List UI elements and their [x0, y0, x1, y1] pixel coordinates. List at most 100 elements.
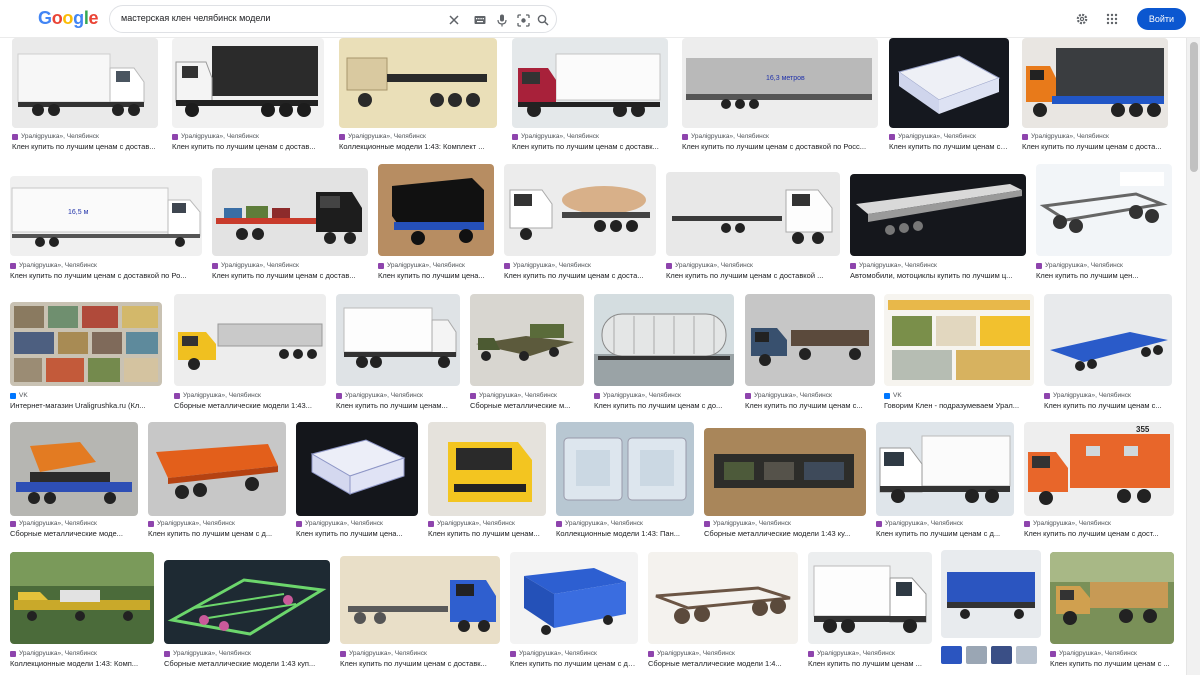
search-input[interactable]: мастерская клен челябинск модели [121, 13, 270, 23]
result-thumbnail[interactable] [1044, 294, 1172, 386]
result-thumbnail[interactable] [704, 428, 866, 516]
result-thumbnail[interactable] [164, 560, 330, 644]
result-thumbnail[interactable] [12, 38, 158, 128]
result-tile[interactable] [941, 550, 1041, 670]
result-tile[interactable]: Уралigрушка», Челябинск Сборные металлич… [704, 422, 866, 542]
result-tile[interactable]: Уралigрушка», Челябинск Клен купить по л… [296, 422, 418, 542]
result-thumbnail[interactable]: 16,3 метров [682, 38, 878, 128]
result-title[interactable]: Интернет-магазин Uraligrushka.ru (Кл... [10, 401, 162, 410]
result-thumbnail[interactable] [339, 38, 497, 128]
result-thumbnail[interactable] [594, 294, 734, 386]
result-thumbnail[interactable] [336, 294, 460, 386]
result-title[interactable]: Клен купить по лучшим ценам с доставкой … [666, 271, 840, 280]
result-thumbnail[interactable] [148, 422, 286, 516]
result-tile[interactable]: Уралigрушка», Челябинск Клен купить по л… [876, 422, 1014, 542]
result-thumbnail[interactable] [172, 38, 324, 128]
result-tile[interactable]: Уралigрушка», Челябинск Клен купить по л… [510, 552, 638, 672]
search-icon[interactable] [535, 12, 551, 28]
apps-icon[interactable] [1101, 8, 1123, 30]
google-logo[interactable]: Google [38, 8, 99, 29]
result-title[interactable]: Говорим Клен - подразумеваем Урал... [884, 401, 1034, 410]
result-thumbnail[interactable] [941, 550, 1041, 638]
result-thumbnail[interactable] [850, 174, 1026, 256]
result-tile[interactable]: Уралigрушка», Челябинск Клен купить по л… [504, 164, 656, 284]
result-tile[interactable]: Уралigрушка», Челябинск Клен купить по л… [1050, 552, 1174, 672]
result-thumbnail[interactable] [876, 422, 1014, 516]
result-tile[interactable]: Уралigрушка», Челябинск Клен купить по л… [1022, 38, 1168, 156]
result-tile[interactable]: Уралigрушка», Челябинск Клен купить по л… [745, 294, 875, 414]
result-tile[interactable]: VK Интернет-магазин Uraligrushka.ru (Кл.… [10, 294, 162, 414]
result-title[interactable]: Клен купить по лучшим ценам с достав... [12, 142, 158, 151]
keyboard-icon[interactable] [472, 12, 488, 28]
result-tile[interactable]: Уралigрушка», Челябинск Коллекционные мо… [10, 552, 154, 672]
microphone-icon[interactable] [494, 12, 510, 28]
result-title[interactable]: Клен купить по лучшим цен... [1036, 271, 1172, 280]
result-thumbnail[interactable] [884, 294, 1034, 386]
result-title[interactable]: Коллекционные модели 1:43: Комплект ... [339, 142, 497, 151]
result-title[interactable]: Клен купить по лучшим ценам с доставк... [512, 142, 668, 151]
result-tile[interactable]: Уралigрушка», Челябинск Клен купить по л… [340, 552, 500, 672]
result-tile[interactable]: Уралigрушка», Челябинск Клен купить по л… [148, 422, 286, 542]
mini-thumbnail[interactable] [991, 646, 1012, 664]
result-thumbnail[interactable] [1050, 552, 1174, 644]
result-title[interactable]: Клен купить по лучшим ценам с дост... [1024, 529, 1174, 538]
result-tile[interactable]: Уралigрушка», Челябинск Клен купить по л… [594, 294, 734, 414]
result-tile[interactable]: 16,3 метров Уралigрушка», Челябинск Клен… [682, 38, 878, 156]
result-title[interactable]: Клен купить по лучшим ценам с... [1044, 401, 1172, 410]
result-title[interactable]: Клен купить по лучшим ценам с... [745, 401, 875, 410]
result-title[interactable]: Клен купить по лучшим цена... [378, 271, 494, 280]
result-tile[interactable]: Уралigрушка», Челябинск Клен купить по л… [428, 422, 546, 542]
result-title[interactable]: Клен купить по лучшим ценам с достав... [212, 271, 368, 280]
result-thumbnail[interactable] [174, 294, 326, 386]
result-title[interactable]: Клен купить по лучшим ценам с доставк... [340, 659, 500, 668]
result-thumbnail[interactable] [10, 302, 162, 386]
result-title[interactable]: Коллекционные модели 1:43: Пан... [556, 529, 694, 538]
result-title[interactable]: Сборные металлические модели 1:43 куп... [164, 659, 330, 668]
result-thumbnail[interactable] [428, 422, 546, 516]
result-tile[interactable]: VK Говорим Клен - подразумеваем Урал... [884, 294, 1034, 414]
result-thumbnail[interactable]: 355 [1024, 422, 1174, 516]
result-thumbnail[interactable] [510, 552, 638, 644]
result-tile[interactable]: Уралigрушка», Челябинск Сборные металлич… [164, 552, 330, 672]
result-title[interactable]: Клен купить по лучшим ценам с до... [889, 142, 1009, 151]
result-title[interactable]: Клен купить по лучшим ценам... [336, 401, 460, 410]
result-thumbnail[interactable] [212, 168, 368, 256]
search-box[interactable]: мастерская клен челябинск модели [109, 5, 557, 33]
result-tile[interactable]: Уралigрушка», Челябинск Клен купить по л… [1036, 164, 1172, 284]
result-title[interactable]: Клен купить по лучшим ценам с ... [1050, 659, 1174, 668]
result-thumbnail[interactable] [470, 294, 584, 386]
result-tile[interactable]: Уралigрушка», Челябинск Клен купить по л… [12, 38, 158, 156]
lens-icon[interactable] [515, 12, 531, 28]
result-tile[interactable]: Уралigрушка», Челябинск Клен купить по л… [889, 38, 1009, 156]
result-thumbnail[interactable] [378, 164, 494, 256]
result-title[interactable]: Сборные металлические модели 1:4... [648, 659, 798, 668]
result-tile[interactable]: Уралigрушка», Челябинск Клен купить по л… [378, 164, 494, 284]
result-title[interactable]: Коллекционные модели 1:43: Комп... [10, 659, 154, 668]
result-thumbnail[interactable] [504, 164, 656, 256]
mini-thumbnail[interactable] [966, 646, 987, 664]
result-thumbnail[interactable] [745, 294, 875, 386]
result-thumbnail[interactable] [512, 38, 668, 128]
result-tile[interactable]: Уралigрушка», Челябинск Клен купить по л… [512, 38, 668, 156]
sign-in-button[interactable]: Войти [1136, 8, 1186, 30]
result-title[interactable]: Клен купить по лучшим ценам с достав... [172, 142, 324, 151]
result-thumbnail[interactable] [889, 38, 1009, 128]
result-tile[interactable]: Уралigрушка», Челябинск Сборные металлич… [470, 294, 584, 414]
result-title[interactable]: Клен купить по лучшим ценам с до... [594, 401, 734, 410]
result-tile[interactable]: Уралigрушка», Челябинск Клен купить по л… [172, 38, 324, 156]
result-tile[interactable]: Уралigрушка», Челябинск Клен купить по л… [808, 552, 932, 672]
mini-thumbnail[interactable] [1016, 646, 1037, 664]
result-title[interactable]: Сборные металлические модели 1:43... [174, 401, 326, 410]
result-title[interactable]: Клен купить по лучшим ценам с д... [148, 529, 286, 538]
result-thumbnail[interactable] [296, 422, 418, 516]
result-tile[interactable]: Уралigрушка», Челябинск Сборные металлич… [648, 552, 798, 672]
result-thumbnail[interactable] [666, 172, 840, 256]
result-thumbnail[interactable] [1036, 164, 1172, 256]
result-title[interactable]: Клен купить по лучшим ценам... [428, 529, 546, 538]
result-tile[interactable]: 355 Уралigрушка», Челябинск Клен купить … [1024, 422, 1174, 542]
result-tile[interactable]: Уралigрушка», Челябинск Клен купить по л… [212, 164, 368, 284]
result-thumbnail[interactable] [556, 422, 694, 516]
result-thumbnail[interactable] [10, 422, 138, 516]
result-title[interactable]: Сборные металлические моде... [10, 529, 138, 538]
result-title[interactable]: Автомобили, мотоциклы купить по лучшим ц… [850, 271, 1026, 280]
